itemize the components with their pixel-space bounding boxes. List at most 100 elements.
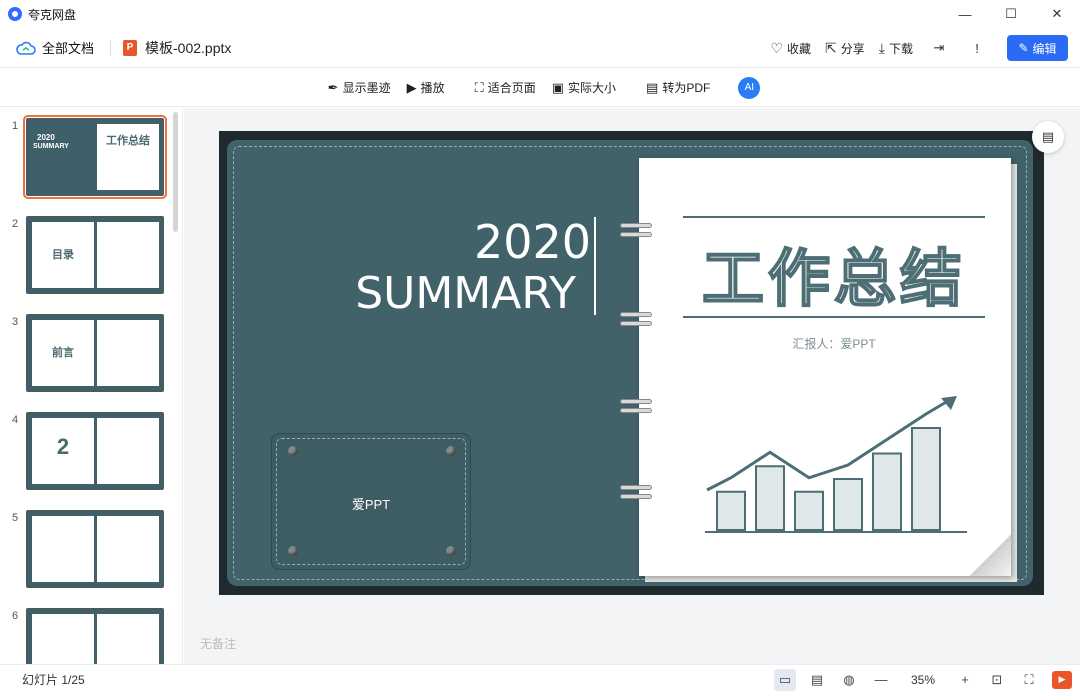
header-divider — [110, 39, 112, 56]
chart-bar — [833, 478, 863, 531]
zoom-level[interactable]: 35% — [902, 673, 944, 687]
actual-size-button[interactable]: ▣ 实际大小 — [552, 79, 616, 96]
thumbnail-preview[interactable]: 前言 — [26, 314, 164, 392]
thumbnail-page: 2 — [32, 418, 94, 484]
all-docs-link[interactable]: 全部文档 — [42, 38, 94, 57]
close-button[interactable]: ✕ — [1034, 0, 1080, 28]
thumbnail-title: 2 — [56, 434, 70, 459]
feedback-icon: ! — [975, 40, 979, 56]
export-button[interactable]: ⇥ — [927, 36, 951, 60]
fit-screen-button[interactable]: ⊡ — [986, 669, 1008, 691]
sidebar-scrollbar[interactable] — [173, 112, 178, 232]
slide-view-icon: ▭ — [778, 671, 792, 687]
status-bar: 幻灯片 1/25 ▭ ▤ ◍ — 35% + ⊡ ⛶ ▶ — [0, 664, 1080, 693]
thumbnail-preview[interactable] — [26, 510, 164, 588]
language-button[interactable]: ◍ — [838, 669, 860, 691]
binder-ring — [620, 399, 654, 417]
thumbnail-number: 6 — [12, 610, 19, 622]
heart-icon: ♡ — [770, 39, 784, 56]
thumbnail-title: 前言 — [52, 347, 74, 359]
show-ink-button[interactable]: ✒ 显示墨迹 — [328, 79, 391, 96]
thumbnail-item[interactable]: 5 — [0, 510, 170, 600]
thumbnail-preview[interactable]: 目录 — [26, 216, 164, 294]
chart-bar — [911, 427, 941, 531]
thumbnail-number: 2 — [12, 218, 19, 230]
thumbnail-item[interactable]: 1 2020 SUMMARY 工作总结 — [0, 115, 170, 208]
thumbnail-page: 工作总结 — [97, 124, 159, 190]
status-controls: ▭ ▤ ◍ — 35% + ⊡ ⛶ ▶ — [764, 665, 1072, 693]
title-rule — [683, 216, 985, 218]
zoom-in-button[interactable]: + — [954, 669, 976, 691]
thumbnail-preview[interactable]: 2020 SUMMARY 工作总结 — [23, 115, 167, 199]
minimize-button[interactable]: — — [942, 0, 988, 28]
normal-view-button[interactable]: ▭ — [774, 668, 796, 691]
maximize-button[interactable]: ☐ — [988, 0, 1034, 28]
thumbnail-page: 目录 — [32, 222, 94, 288]
notebook-page: 工作总结 汇报人：爱PPT — [639, 158, 1011, 576]
slide-summary: SUMMARY — [355, 268, 576, 319]
cloud-icon — [16, 41, 36, 55]
show-ink-label: 显示墨迹 — [342, 81, 391, 95]
fit-page-label: 适合页面 — [487, 81, 536, 95]
notebook-cover: 2020 SUMMARY 爱PPT 工作总结 汇报人：爱PPT — [227, 140, 1033, 586]
rivet — [288, 446, 298, 456]
convert-pdf-button[interactable]: ▤ 转为PDF — [646, 79, 710, 96]
slide-year: 2020 — [474, 215, 592, 269]
thumbnail-number: 1 — [12, 120, 19, 132]
download-button[interactable]: ⤓ 下载 — [879, 40, 913, 57]
speaker-notes: 无备注 — [200, 637, 237, 651]
thumbnail-item[interactable]: 4 2 — [0, 412, 170, 502]
notes-view-button[interactable]: ▤ — [806, 669, 828, 691]
play-button[interactable]: ▶ 播放 — [407, 79, 445, 96]
slide-counter: 幻灯片 1/25 — [22, 672, 85, 687]
header-actions: ♡ 收藏 ⇱ 分享 ⤓ 下载 ⇥ ! ✎ 编辑 — [756, 28, 1068, 68]
thumbnail-page — [97, 320, 159, 386]
ai-assistant-button[interactable]: AI — [738, 76, 761, 99]
play-circle-icon: ▶ — [406, 79, 417, 95]
share-button[interactable]: ⇱ 分享 — [825, 40, 865, 57]
thumbnail-number: 3 — [12, 316, 19, 328]
feedback-button[interactable]: ! — [965, 36, 989, 60]
thumbnail-preview[interactable] — [26, 608, 164, 664]
minus-icon: — — [874, 672, 888, 687]
window-controls: — ☐ ✕ — [942, 0, 1080, 28]
chart-bar — [755, 465, 785, 531]
reporter-text: 汇报人：爱PPT — [792, 337, 876, 351]
app-name: 夸克网盘 — [28, 7, 77, 22]
rivet — [446, 546, 456, 556]
pencil-icon: ✎ — [1018, 41, 1029, 55]
thumbnail-page — [32, 516, 94, 582]
thumbnail-item[interactable]: 6 — [0, 608, 170, 664]
export-icon: ⇥ — [933, 40, 945, 55]
slideshow-button[interactable]: ▶ — [1052, 670, 1072, 689]
view-toolbar: ✒ 显示墨迹 ▶ 播放 ⛶ 适合页面 ▣ 实际大小 ▤ 转为PDF AI — [0, 69, 1080, 107]
notes-panel-button[interactable]: ▤ — [1032, 121, 1064, 153]
rivet — [446, 446, 456, 456]
title-bar: 夸克网盘 — ☐ ✕ — [0, 0, 1080, 28]
title-divider — [594, 217, 596, 315]
thumbnail-title: 工作总结 — [106, 135, 150, 147]
favorite-button[interactable]: ♡ 收藏 — [770, 40, 811, 57]
play-icon: ▶ — [1058, 674, 1066, 684]
thumbnail-summary: SUMMARY — [33, 143, 69, 150]
fit-page-icon: ⛶ — [474, 79, 484, 95]
zoom-out-button[interactable]: — — [870, 669, 892, 691]
thumbnail-page: 前言 — [32, 320, 94, 386]
chart-bar — [794, 490, 824, 531]
thumbnail-item[interactable]: 3 前言 — [0, 314, 170, 404]
binder-ring — [620, 485, 654, 503]
thumbnail-number: 4 — [12, 414, 19, 426]
edit-button[interactable]: ✎ 编辑 — [1007, 35, 1068, 61]
share-icon: ⇱ — [825, 39, 837, 56]
thumbnail-item[interactable]: 2 目录 — [0, 216, 170, 306]
page-curl — [969, 534, 1011, 576]
thumbnail-number: 5 — [12, 512, 19, 524]
fit-page-button[interactable]: ⛶ 适合页面 — [475, 79, 536, 96]
thumbnail-title: 目录 — [52, 249, 74, 261]
favorite-label: 收藏 — [787, 41, 812, 56]
thumbnail-preview[interactable]: 2 — [26, 412, 164, 490]
pocket-label: 爱PPT — [351, 497, 391, 512]
actual-size-icon: ▣ — [551, 79, 565, 95]
binder-ring — [620, 223, 654, 241]
fullscreen-button[interactable]: ⛶ — [1018, 669, 1040, 691]
